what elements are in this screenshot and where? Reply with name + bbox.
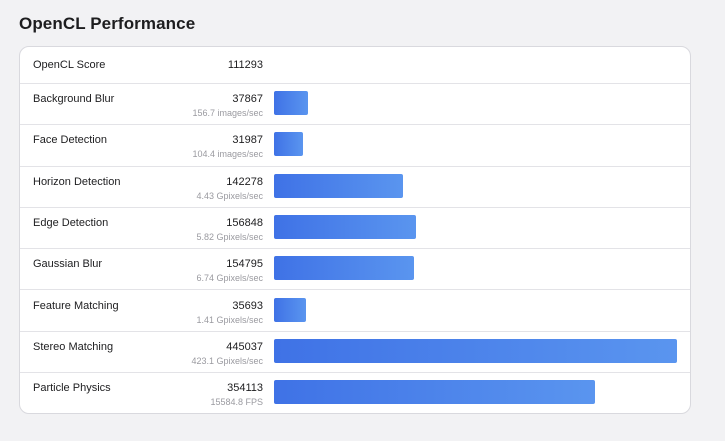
workload-rate: 15584.8 FPS [210,397,263,408]
workload-score: 154795 [226,258,263,271]
workload-rate: 104.4 images/sec [192,149,263,160]
workload-bar [274,91,308,115]
workload-rate: 5.82 Gpixels/sec [196,231,263,242]
workload-score: 35693 [232,299,263,312]
workload-name: Particle Physics [33,382,111,395]
workload-score: 354113 [227,382,263,395]
workload-score: 37867 [232,93,263,105]
workload-row: Particle Physics 354113 15584.8 FPS [20,373,690,413]
workload-row: Background Blur 37867 156.7 images/sec [20,84,690,126]
workload-row: Edge Detection 156848 5.82 Gpixels/sec [20,208,690,250]
workload-row: Gaussian Blur 154795 6.74 Gpixels/sec [20,249,690,291]
workload-bar [274,297,306,322]
workload-row: Stereo Matching 445037 423.1 Gpixels/sec [20,332,690,374]
results-card: OpenCL Score 111293 Background Blur 37867… [19,46,691,414]
workload-name: Face Detection [33,134,107,147]
workload-name: Gaussian Blur [33,258,103,271]
overall-score-value: 111293 [227,59,263,71]
workload-score: 445037 [226,340,263,353]
workload-rate: 4.43 Gpixels/sec [196,190,263,201]
workload-bar [274,132,303,157]
workload-bar [274,214,416,239]
workload-bar [274,380,595,405]
workload-bar [274,256,414,281]
workload-name: Background Blur [33,93,115,105]
workload-score: 31987 [232,134,263,147]
workload-name: Stereo Matching [33,340,114,353]
workload-name: Horizon Detection [33,175,121,188]
page-title: OpenCL Performance [19,14,196,33]
workload-bar [274,338,677,363]
workload-rate: 6.74 Gpixels/sec [196,273,263,284]
workload-rate: 156.7 images/sec [192,108,263,118]
workload-bar [274,173,403,198]
workload-row: Face Detection 31987 104.4 images/sec [20,125,690,167]
workload-row: Feature Matching 35693 1.41 Gpixels/sec [20,291,690,332]
workload-name: Feature Matching [33,299,119,312]
overall-score-label: OpenCL Score [33,59,106,71]
workload-score: 142278 [226,175,263,188]
workload-rate: 1.41 Gpixels/sec [196,314,263,325]
workload-row: Horizon Detection 142278 4.43 Gpixels/sec [20,167,690,208]
workload-rate: 423.1 Gpixels/sec [191,355,263,366]
overall-score-row: OpenCL Score 111293 [20,47,690,84]
workload-name: Edge Detection [33,216,109,229]
workload-score: 156848 [226,216,263,229]
